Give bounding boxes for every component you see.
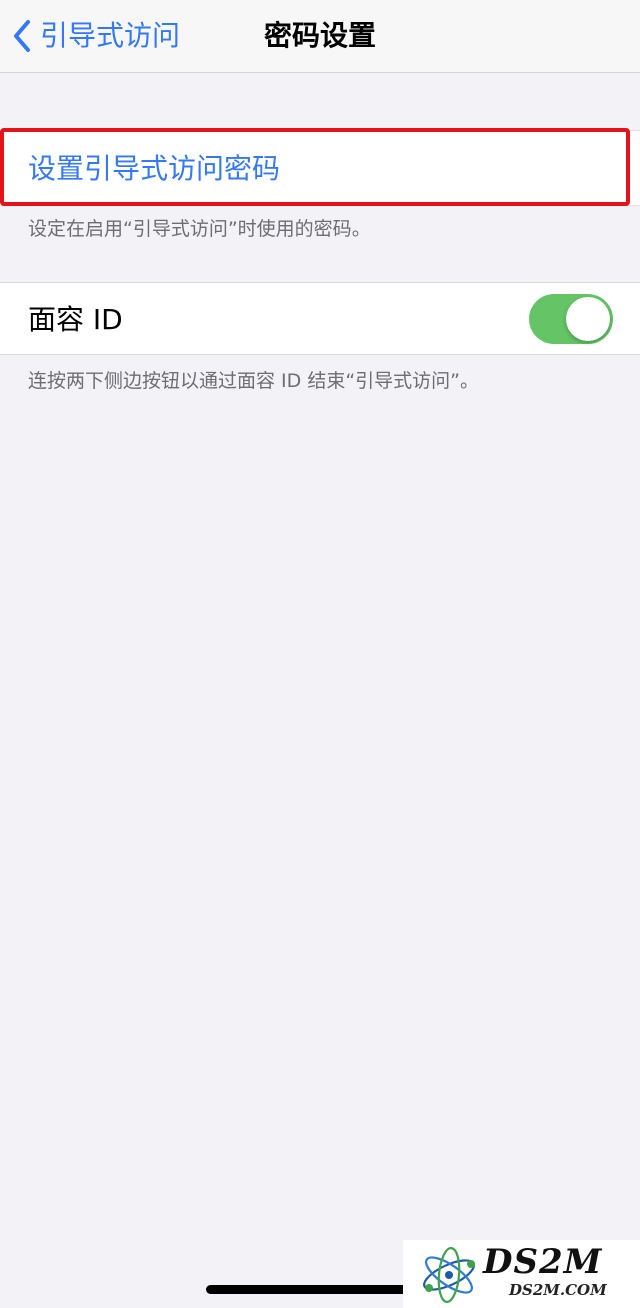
- face-id-row: 面容 ID: [0, 282, 640, 355]
- watermark-brand: DS2M: [483, 1242, 603, 1282]
- set-passcode-button[interactable]: 设置引导式访问密码: [28, 131, 280, 207]
- navigation-bar: 引导式访问 密码设置: [0, 0, 640, 73]
- watermark-url: DS2M.COM: [509, 1281, 607, 1299]
- page-title: 密码设置: [263, 19, 376, 52]
- face-id-section-footer: 连按两下侧边按钮以通过面容 ID 结束“引导式访问”。: [28, 370, 480, 392]
- set-passcode-row[interactable]: 设置引导式访问密码: [0, 130, 640, 206]
- face-id-toggle[interactable]: [529, 294, 613, 344]
- passcode-section-footer: 设定在启用“引导式访问”时使用的密码。: [28, 218, 371, 240]
- atom-logo-icon: [423, 1246, 475, 1304]
- toggle-knob: [566, 297, 610, 341]
- face-id-label: 面容 ID: [28, 303, 123, 336]
- home-indicator[interactable]: [206, 1285, 434, 1294]
- watermark: DS2M DS2M.COM: [403, 1240, 640, 1308]
